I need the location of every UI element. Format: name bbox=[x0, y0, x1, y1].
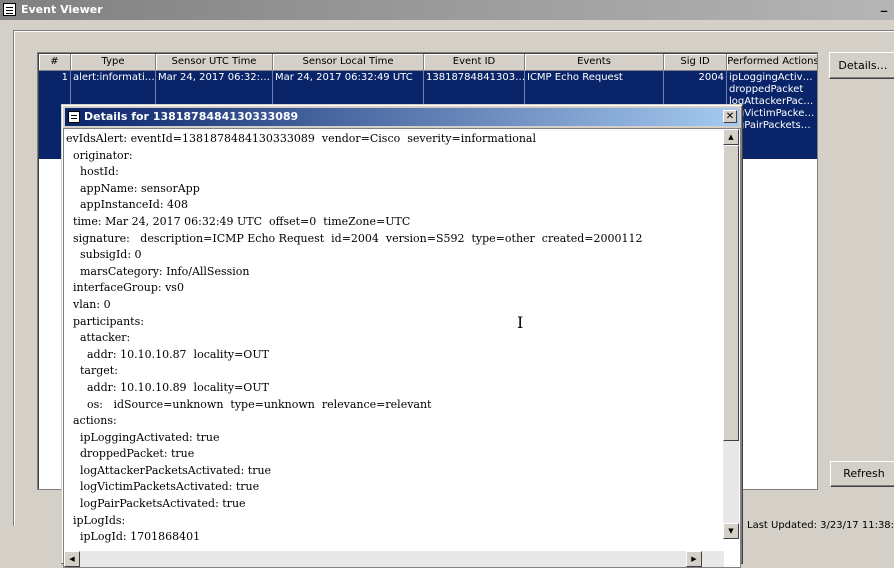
detail-line: addr: 10.10.10.87 locality=OUT bbox=[66, 347, 269, 361]
scroll-thumb[interactable] bbox=[723, 145, 739, 441]
minimize-button[interactable]: _ bbox=[876, 0, 892, 17]
detail-line: appName: sensorApp bbox=[66, 181, 200, 195]
text-cursor-icon: I bbox=[517, 313, 524, 332]
detail-line: interfaceGroup: vs0 bbox=[66, 281, 184, 295]
refresh-button[interactable]: Refresh bbox=[830, 461, 894, 487]
detail-line: os: idSource=unknown type=unknown releva… bbox=[66, 397, 432, 411]
details-text: evIdsAlert: eventId=1381878484130333089 … bbox=[66, 131, 724, 546]
detail-line: target: bbox=[66, 364, 118, 378]
table-header: # Type Sensor UTC Time Sensor Local Time… bbox=[39, 54, 817, 71]
scroll-down-icon[interactable]: ▼ bbox=[723, 523, 739, 539]
detail-line: participants: bbox=[66, 314, 144, 328]
action-item: ipLoggingActivated bbox=[729, 72, 815, 83]
scroll-up-icon[interactable]: ▲ bbox=[723, 129, 739, 145]
dialog-titlebar[interactable]: Details for 1381878484130333089 ✕ bbox=[65, 108, 739, 126]
detail-line: evIdsAlert: eventId=1381878484130333089 … bbox=[66, 132, 536, 145]
detail-line: hostId: bbox=[66, 165, 119, 179]
details-text-area[interactable]: evIdsAlert: eventId=1381878484130333089 … bbox=[63, 128, 741, 568]
detail-line: ipLogId: 1701868401 bbox=[66, 530, 201, 544]
column-header-event-id[interactable]: Event ID bbox=[424, 54, 525, 71]
detail-line: addr: 10.10.10.89 locality=OUT bbox=[66, 380, 269, 394]
event-viewer-icon bbox=[3, 3, 16, 16]
detail-line: ipLoggingActivated: true bbox=[66, 430, 220, 444]
column-header-events[interactable]: Events bbox=[525, 54, 664, 71]
horizontal-scrollbar[interactable]: ◀ ▶ bbox=[64, 551, 724, 567]
scroll-right-icon[interactable]: ▶ bbox=[686, 551, 702, 567]
column-header-number[interactable]: # bbox=[39, 54, 71, 71]
detail-line: logAttackerPacketsActivated: true bbox=[66, 463, 272, 477]
detail-line: appInstanceId: 408 bbox=[66, 198, 189, 212]
column-header-performed-actions[interactable]: Performed Actions bbox=[727, 54, 817, 71]
column-header-sig-id[interactable]: Sig ID bbox=[664, 54, 727, 71]
detail-line: actions: bbox=[66, 414, 117, 428]
close-icon[interactable]: ✕ bbox=[723, 110, 737, 123]
detail-line: droppedPacket: true bbox=[66, 447, 195, 461]
detail-line: logPairPacketsActivated: true bbox=[66, 497, 246, 511]
detail-line: vlan: 0 bbox=[66, 297, 111, 311]
detail-line: signature: description=ICMP Echo Request… bbox=[66, 231, 643, 245]
detail-line: originator: bbox=[66, 148, 133, 162]
column-header-sensor-local-time[interactable]: Sensor Local Time bbox=[273, 54, 424, 71]
last-updated-status: Last Updated: 3/23/17 11:38:4 bbox=[747, 520, 894, 531]
action-item: droppedPacket bbox=[729, 84, 804, 95]
column-header-sensor-utc-time[interactable]: Sensor UTC Time bbox=[156, 54, 273, 71]
dialog-title: Details for 1381878484130333089 bbox=[84, 110, 299, 123]
window-title: Event Viewer bbox=[21, 3, 103, 16]
scroll-left-icon[interactable]: ◀ bbox=[64, 551, 80, 567]
detail-line: logVictimPacketsActivated: true bbox=[66, 480, 260, 494]
detail-line: attacker: bbox=[66, 331, 131, 345]
column-header-type[interactable]: Type bbox=[71, 54, 156, 71]
vertical-scrollbar[interactable]: ▲ ▼ bbox=[723, 129, 739, 539]
details-dialog[interactable]: Details for 1381878484130333089 ✕ evIdsA… bbox=[61, 104, 743, 568]
detail-line: time: Mar 24, 2017 06:32:49 UTC offset=0… bbox=[66, 214, 411, 228]
details-icon bbox=[68, 111, 80, 123]
detail-line: marsCategory: Info/AllSession bbox=[66, 264, 250, 278]
detail-line: subsigId: 0 bbox=[66, 248, 142, 262]
detail-line: ipLogIds: bbox=[66, 513, 126, 527]
details-button[interactable]: Details… bbox=[829, 52, 894, 79]
window-titlebar[interactable]: Event Viewer _ bbox=[0, 0, 894, 20]
